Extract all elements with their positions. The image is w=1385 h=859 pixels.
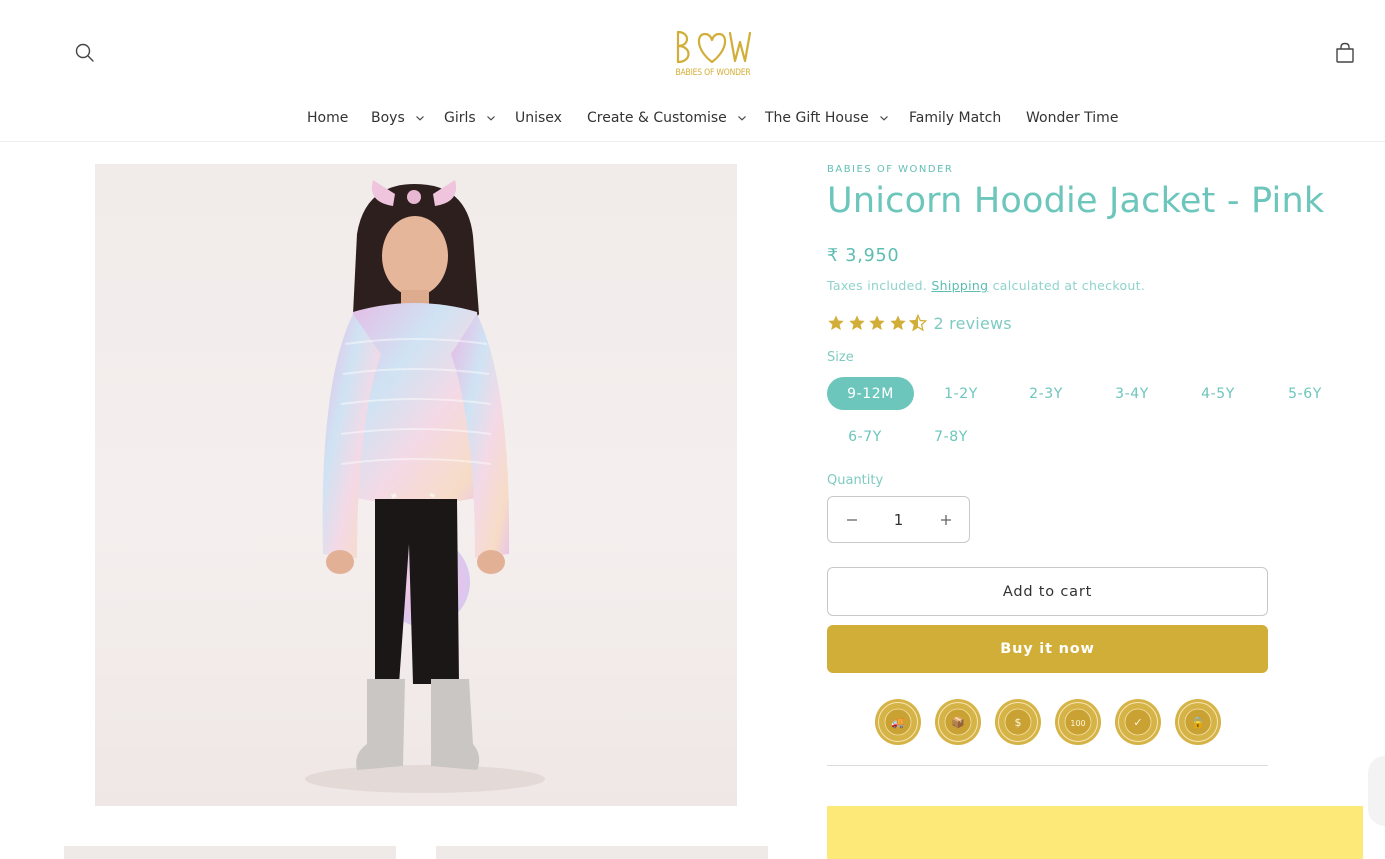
size-option-5-6y[interactable]: 5-6Y xyxy=(1266,377,1344,410)
nav-item-home[interactable]: Home xyxy=(307,110,348,126)
nav-label: Wonder Time xyxy=(1026,110,1119,126)
section-divider xyxy=(827,765,1268,766)
svg-text:100: 100 xyxy=(1070,719,1085,728)
bow-logo-mark xyxy=(676,30,752,64)
decrease-quantity-button[interactable] xyxy=(828,497,875,542)
size-option-7-8y[interactable]: 7-8Y xyxy=(913,420,989,453)
nav-label: Home xyxy=(307,110,349,126)
chevron-down-icon xyxy=(415,116,424,121)
secure-checkout-badge-icon: 🔒 xyxy=(1174,698,1222,746)
chat-widget-edge[interactable] xyxy=(1368,756,1385,826)
size-option-3-4y[interactable]: 3-4Y xyxy=(1094,377,1170,410)
promo-banner xyxy=(827,806,1363,859)
reviews-link[interactable]: 2 reviews xyxy=(934,314,1012,333)
quantity-label: Quantity xyxy=(827,473,884,488)
product-main-image[interactable] xyxy=(95,164,737,806)
product-price: ₹ 3,950 xyxy=(827,246,900,266)
svg-text:📦: 📦 xyxy=(951,716,965,729)
nav-item-wonder-time[interactable]: Wonder Time xyxy=(1026,110,1118,126)
nav-label: The Gift House xyxy=(765,110,869,126)
chevron-down-icon xyxy=(879,116,888,121)
product-rating[interactable]: 2 reviews xyxy=(827,312,1012,334)
star-full-icon xyxy=(828,315,844,331)
increase-quantity-button[interactable] xyxy=(922,497,969,542)
nav-label: Girls xyxy=(444,110,476,126)
star-full-icon xyxy=(869,315,885,331)
product-thumbnail[interactable] xyxy=(64,846,396,859)
tax-note: Taxes included. Shipping calculated at c… xyxy=(827,278,1145,293)
size-label: Size xyxy=(827,350,854,365)
tax-suffix: calculated at checkout. xyxy=(992,278,1146,293)
svg-text:🚚: 🚚 xyxy=(891,716,905,729)
satisfaction-badge-icon: ✓ xyxy=(1114,698,1162,746)
svg-text:✓: ✓ xyxy=(1133,716,1142,729)
nav-item-unisex[interactable]: Unisex xyxy=(515,110,562,126)
nav-label: Family Match xyxy=(909,110,1002,126)
star-half-icon xyxy=(909,314,927,332)
free-returns-badge-icon: 📦 xyxy=(934,698,982,746)
nav-item-family-match[interactable]: Family Match xyxy=(909,110,1001,126)
shipping-link[interactable]: Shipping xyxy=(931,278,988,293)
size-option-2-3y[interactable]: 2-3Y xyxy=(1008,377,1084,410)
nav-label: Unisex xyxy=(515,110,562,126)
size-option-6-7y[interactable]: 6-7Y xyxy=(827,420,903,453)
buy-it-now-button[interactable]: Buy it now xyxy=(827,625,1268,673)
product-title: Unicorn Hoodie Jacket - Pink xyxy=(827,181,1325,221)
product-vendor: BABIES OF WONDER xyxy=(827,164,954,175)
nav-item-girls[interactable]: Girls xyxy=(444,110,496,126)
money-back-badge-icon: $ xyxy=(994,698,1042,746)
premium-quality-badge-icon: 100 xyxy=(1054,698,1102,746)
chevron-down-icon xyxy=(486,116,495,121)
logo-subtitle: BABIES OF WONDER xyxy=(675,68,751,78)
nav-item-create-customise[interactable]: Create & Customise xyxy=(587,110,747,126)
star-full-icon xyxy=(848,315,865,331)
site-logo[interactable]: BABIES OF WONDER xyxy=(672,26,754,82)
chevron-down-icon xyxy=(737,116,746,121)
main-navigation: Home Boys Girls Unisex Create & Customis… xyxy=(0,108,1385,134)
add-to-cart-button[interactable]: Add to cart xyxy=(827,567,1268,616)
minus-icon xyxy=(846,518,857,521)
cart-icon[interactable] xyxy=(1332,40,1358,66)
quantity-stepper xyxy=(827,496,970,543)
star-full-icon xyxy=(889,315,906,331)
product-thumbnail[interactable] xyxy=(436,846,768,859)
size-option-9-12m[interactable]: 9-12M xyxy=(827,377,914,410)
free-shipping-badge-icon: 🚚 xyxy=(874,698,922,746)
quantity-input[interactable] xyxy=(875,507,922,532)
size-option-1-2y[interactable]: 1-2Y xyxy=(924,377,998,410)
svg-text:$: $ xyxy=(1015,716,1022,729)
nav-label: Boys xyxy=(371,110,405,126)
site-header: BABIES OF WONDER Home Boys Girls Unisex … xyxy=(0,0,1385,142)
nav-item-boys[interactable]: Boys xyxy=(371,110,425,126)
nav-item-gift-house[interactable]: The Gift House xyxy=(765,110,889,126)
svg-text:🔒: 🔒 xyxy=(1191,716,1205,729)
nav-label: Create & Customise xyxy=(587,110,727,126)
search-icon[interactable] xyxy=(72,40,98,66)
product-photo xyxy=(305,180,545,793)
size-option-4-5y[interactable]: 4-5Y xyxy=(1180,377,1256,410)
plus-icon xyxy=(940,514,951,525)
tax-prefix: Taxes included. xyxy=(827,278,928,293)
